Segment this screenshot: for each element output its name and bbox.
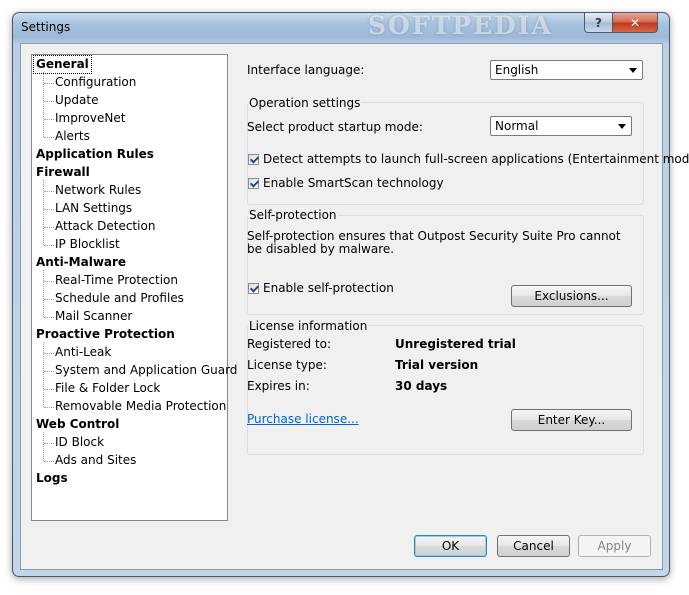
close-button[interactable]: ✕ [612,13,658,33]
tree-connector [44,371,54,372]
license-title: License information [248,319,369,333]
tree-item-general[interactable]: General [33,55,92,74]
tree-item-lan-settings[interactable]: LAN Settings [55,200,132,217]
tree-item-id-block[interactable]: ID Block [55,434,104,451]
tree-connector [44,389,54,390]
ok-button[interactable]: OK [414,535,487,557]
tree-item-schedule-and-profiles[interactable]: Schedule and Profiles [55,290,184,307]
window-title: Settings [21,20,71,34]
smartscan-checkbox[interactable]: Enable SmartScan technology [248,176,444,190]
enter-key-button[interactable]: Enter Key... [511,409,632,431]
tree-connector [44,461,54,462]
tree-connector [44,137,54,138]
tree-connector [44,353,54,354]
help-button[interactable]: ? [584,13,613,33]
tree-item-application-rules[interactable]: Application Rules [36,146,154,163]
tree-connector [44,227,54,228]
tree-connector [44,443,54,444]
tree-connector [44,119,54,120]
tree-item-web-control[interactable]: Web Control [36,416,119,433]
tree-item-anti-leak[interactable]: Anti-Leak [55,344,111,361]
title-bar[interactable]: Settings SOFTPEDIA ? ✕ [13,11,669,43]
operation-settings-title: Operation settings [248,96,362,110]
expires-value: 30 days [395,379,448,393]
tree-connector [44,245,54,246]
startup-mode-label: Select product startup mode: [247,120,423,134]
close-icon: ✕ [629,15,641,30]
tree-item-ip-blocklist[interactable]: IP Blocklist [55,236,120,253]
tree-connector [44,209,54,210]
chevron-down-icon [618,124,626,129]
tree-item-system-and-application-guard[interactable]: System and Application Guard [55,362,237,379]
checkbox-checked-icon [248,178,259,189]
tree-connector [44,281,54,282]
tree-item-logs[interactable]: Logs [36,470,68,487]
tree-connector [43,72,44,137]
checkbox-checked-icon [248,154,259,165]
license-type-label: License type: [247,358,327,372]
tree-item-anti-malware[interactable]: Anti-Malware [36,254,126,271]
startup-mode-select[interactable]: Normal [490,116,632,136]
tree-connector [44,407,54,408]
chevron-down-icon [629,68,637,73]
license-type-value: Trial version [395,358,479,372]
language-select[interactable]: English [490,60,643,80]
tree-item-file-folder-lock[interactable]: File & Folder Lock [55,380,160,397]
apply-button[interactable]: Apply [578,535,651,557]
tree-item-configuration[interactable]: Configuration [55,74,136,91]
tree-item-alerts[interactable]: Alerts [55,128,90,145]
tree-item-attack-detection[interactable]: Attack Detection [55,218,155,235]
tree-item-network-rules[interactable]: Network Rules [55,182,141,199]
tree-item-mail-scanner[interactable]: Mail Scanner [55,308,132,325]
tree-item-firewall[interactable]: Firewall [36,164,90,181]
tree-item-proactive-protection[interactable]: Proactive Protection [36,326,175,343]
detect-fullscreen-label: Detect attempts to launch full-screen ap… [263,152,689,166]
tree-connector [43,432,44,461]
tree-connector [44,317,54,318]
tree-connector [44,191,54,192]
tree-connector [44,101,54,102]
watermark: SOFTPEDIA [368,11,553,40]
purchase-license-link[interactable]: Purchase license... [247,412,359,426]
help-icon: ? [595,15,602,30]
language-value: English [495,63,539,77]
checkbox-checked-icon [248,283,259,294]
self-protection-title: Self-protection [248,208,338,222]
self-protection-label: Enable self-protection [263,281,394,295]
client-area: General Configuration Update ImproveNet Aler… [20,43,689,570]
startup-mode-value: Normal [495,119,539,133]
tree-connector [44,299,54,300]
expires-label: Expires in: [247,379,310,393]
cancel-button[interactable]: Cancel [497,535,570,557]
registered-value: Unregistered trial [395,337,516,351]
smartscan-label: Enable SmartScan technology [263,176,444,190]
detect-fullscreen-checkbox[interactable]: Detect attempts to launch full-screen ap… [248,152,689,166]
tree-item-real-time-protection[interactable]: Real-Time Protection [55,272,178,289]
tree-connector [43,342,44,407]
registered-label: Registered to: [247,337,332,351]
tree-item-improvenet[interactable]: ImproveNet [55,110,125,127]
settings-window: Settings SOFTPEDIA ? ✕ General Configurat… [12,11,689,577]
tree-connector [43,270,44,317]
tree-connector [43,180,44,245]
tree-item-removable-media-protection[interactable]: Removable Media Protection [55,398,226,415]
exclusions-button[interactable]: Exclusions... [511,285,632,307]
tree-item-ads-and-sites[interactable]: Ads and Sites [55,452,136,469]
self-protection-description: Self-protection ensures that Outpost Sec… [247,229,621,256]
tree-connector [44,83,54,84]
self-protection-checkbox[interactable]: Enable self-protection [248,281,394,295]
tree-item-update[interactable]: Update [55,92,98,109]
language-label: Interface language: [247,63,365,77]
settings-tree[interactable]: General Configuration Update ImproveNet Aler… [31,54,237,521]
